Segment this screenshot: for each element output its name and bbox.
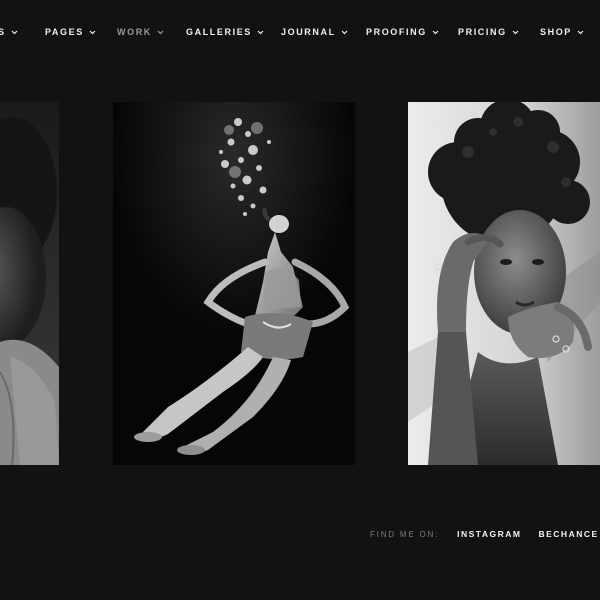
social-links: FIND ME ON: INSTAGRAM BECHANCE: [370, 528, 600, 540]
nav-item-journal[interactable]: JOURNAL: [281, 27, 348, 37]
chevron-down-icon: [341, 29, 348, 35]
gallery-photo-curly-portrait[interactable]: [408, 102, 600, 465]
gallery-photo-portrait-left[interactable]: [0, 102, 59, 465]
nav-item-label: S: [0, 27, 6, 37]
nav-item-pricing[interactable]: PRICING: [458, 27, 519, 37]
nav-item-label: JOURNAL: [281, 27, 336, 37]
gallery-photo-underwater[interactable]: [113, 102, 355, 465]
nav-item-label: PAGES: [45, 27, 84, 37]
nav-item-label: PROOFING: [366, 27, 427, 37]
nav-item-partial[interactable]: S: [0, 27, 18, 37]
nav-item-shop[interactable]: SHOP: [540, 27, 584, 37]
nav-item-label: WORK: [117, 27, 152, 37]
nav-item-label: SHOP: [540, 27, 572, 37]
chevron-down-icon: [577, 29, 584, 35]
main-nav: S PAGES WORK GALLERIES JOURNAL PROOFING …: [0, 27, 600, 45]
instagram-link[interactable]: INSTAGRAM: [457, 529, 521, 539]
page: S PAGES WORK GALLERIES JOURNAL PROOFING …: [0, 0, 600, 600]
nav-item-label: GALLERIES: [186, 27, 252, 37]
nav-item-proofing[interactable]: PROOFING: [366, 27, 439, 37]
chevron-down-icon: [89, 29, 96, 35]
nav-item-galleries[interactable]: GALLERIES: [186, 27, 264, 37]
chevron-down-icon: [432, 29, 439, 35]
nav-item-label: PRICING: [458, 27, 507, 37]
chevron-down-icon: [257, 29, 264, 35]
chevron-down-icon: [157, 29, 164, 35]
nav-item-work[interactable]: WORK: [117, 27, 164, 37]
nav-item-pages[interactable]: PAGES: [45, 27, 96, 37]
bechance-link[interactable]: BECHANCE: [538, 529, 598, 539]
find-me-label: FIND ME ON:: [370, 529, 440, 539]
chevron-down-icon: [11, 29, 18, 35]
chevron-down-icon: [512, 29, 519, 35]
